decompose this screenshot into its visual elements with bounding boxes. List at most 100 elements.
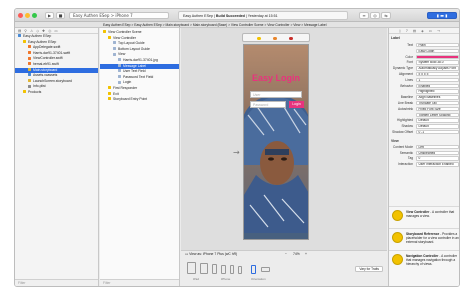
inspector-row-value[interactable]: 1 (416, 77, 459, 83)
inspector-row: Shadow Default (389, 124, 459, 129)
inspector-row-value[interactable]: Tighten Letter Spacing (416, 112, 459, 117)
inspector-row-value[interactable]: Automatically Adjusts Font (416, 66, 459, 71)
device-label-iphone: iPhone (221, 277, 231, 281)
inspector-row-value[interactable] (416, 54, 459, 59)
inspector-row-value[interactable]: ≡ ≡ ≡ ≡ (416, 72, 459, 77)
outline-item-icon (108, 91, 111, 95)
outline-item-icon (108, 35, 111, 39)
file-item-label: Easy Authen ESep (23, 34, 52, 38)
file-item-label: Products (28, 89, 42, 94)
close-window-button[interactable] (18, 13, 23, 18)
inspector-row-value[interactable]: Default (416, 124, 459, 129)
inspector-row-value[interactable]: Fixed Font Size (416, 106, 459, 112)
view-controller-icon[interactable] (257, 36, 261, 40)
inspector-row: Highlighted Default (389, 118, 459, 123)
library-item-icon (392, 254, 403, 265)
first-responder-icon[interactable] (273, 36, 277, 40)
inspector-row: Autoshrink Fixed Font Size (389, 106, 459, 112)
inspector-fields: Label Text Plain Easy Login Color Font System … (389, 35, 459, 185)
library-item-icon (392, 232, 403, 243)
status-text: Build Succeeded (215, 14, 245, 18)
inspector-row-value[interactable]: Align Baselines (416, 95, 459, 100)
inspector-row-label: Shadow (401, 124, 413, 129)
outline-item-icon (113, 41, 116, 45)
file-item-label: Assets.xcassets (33, 73, 58, 78)
outline-item-label: Message Label (123, 63, 146, 68)
project-file-icon (18, 34, 21, 38)
inspector-row-value[interactable]: System Bold 38.0 (416, 60, 459, 65)
easy-login-label[interactable]: Easy Login (244, 73, 308, 83)
library-item[interactable]: Navigation Controller - A controller tha… (389, 250, 459, 270)
assistant-editor-button[interactable]: ◎ (370, 12, 380, 19)
inspector-view-row-value[interactable]: Unspecified (416, 150, 459, 155)
standard-editor-button[interactable]: ≡ (359, 12, 369, 19)
inspector-row-value[interactable]: Easy Login (416, 48, 459, 54)
outline-item[interactable]: Storyboard Entry Point (100, 97, 179, 103)
ipad-pro-12-icon[interactable] (187, 262, 196, 274)
storyboard-canvas[interactable]: → Easy Login User Password Login ▭ View … (181, 28, 387, 286)
outline-list: View Controller Scene View Controller Top … (100, 28, 179, 103)
inspector-row-label: Color (405, 54, 413, 59)
outline-item-icon (103, 30, 106, 34)
iphone-7-icon[interactable] (221, 265, 226, 274)
landscape-orientation-icon[interactable] (261, 267, 270, 272)
inspector-view-row-value[interactable]: User Interaction Enabled (416, 162, 459, 167)
inspector-row-value[interactable]: Truncate Tail (416, 101, 459, 106)
stop-icon: ■ (58, 13, 63, 18)
zoom-window-button[interactable] (32, 13, 37, 18)
window-toolbar: ▶ ■ Easy Authen ESep > iPhone 7 Easy Aut… (15, 9, 459, 22)
inspector-row-value[interactable]: Highlighted (416, 89, 459, 94)
vary-for-traits-button[interactable]: Vary for Traits (355, 266, 383, 272)
inspector-row-label: Line Break (397, 101, 413, 105)
scheme-selector[interactable]: Easy Authen ESep > iPhone 7 (69, 12, 169, 19)
inspector-row-label: Dynamic Type (392, 66, 413, 71)
iphone-4s-icon[interactable] (238, 266, 242, 274)
inspector-row: Shadow Offset 0 -1 (389, 130, 459, 135)
outline-item-icon (118, 63, 121, 67)
iphone-scene[interactable]: Easy Login User Password Login (243, 44, 309, 240)
login-button[interactable]: Login (289, 101, 304, 108)
device-config-hide-icon[interactable]: ▭ (185, 252, 188, 256)
run-button[interactable]: ▶ (45, 12, 54, 19)
device-name: iPhone 7 (115, 13, 133, 18)
inspector-row-label: Baseline (400, 95, 413, 100)
file-item-label: ViewController.swift (33, 56, 63, 61)
view-as-label[interactable]: View as: iPhone 7 Plus (wC hR) (189, 252, 237, 256)
inspector-row-value[interactable]: Plain (416, 43, 459, 48)
minimize-window-button[interactable] (25, 13, 30, 18)
inspector-row-value[interactable]: Enabled (416, 83, 459, 88)
iphone-se-icon[interactable] (230, 265, 234, 274)
user-text-field[interactable]: User (250, 91, 302, 98)
password-text-field[interactable]: Password (250, 101, 286, 108)
inspector-view-row-label: Content Mode (392, 144, 413, 149)
portrait-orientation-icon[interactable] (251, 265, 256, 274)
status-app: Easy Authen ESep (183, 14, 213, 18)
jump-bar-path[interactable]: Easy Authen ESep > Easy Authen ESep > Ma… (15, 23, 327, 27)
outline-item-label: View Controller (113, 35, 136, 40)
inspector-row-value[interactable]: Default (416, 118, 459, 123)
library-item[interactable]: View Controller - A controller that mana… (389, 206, 459, 226)
library-item[interactable]: Storyboard Reference - Provides a placeh… (389, 228, 459, 248)
folder-file-icon (23, 39, 26, 43)
inspector-row: Baseline Align Baselines (389, 95, 459, 100)
folder-file-icon (23, 90, 26, 94)
navigator-filter[interactable]: Filter (15, 279, 98, 286)
inspector-view-row-value[interactable]: 0 (416, 156, 459, 161)
stop-button[interactable]: ■ (56, 12, 65, 19)
inspector-view-row-value[interactable]: Left (416, 144, 459, 150)
outline-item-label: Harris-dar91-37401.jpg (123, 57, 158, 62)
inspector-tabs[interactable]: ▯ ? ▤ ◈ ▭ → (389, 28, 459, 34)
ipad-pro-9-icon[interactable] (200, 263, 208, 274)
outline-filter[interactable]: Filter (100, 279, 179, 286)
inspector-row-value[interactable]: 0 -1 (416, 130, 459, 135)
iphone-7-plus-icon[interactable] (212, 264, 217, 274)
exit-icon[interactable] (289, 36, 293, 40)
version-editor-button[interactable]: ⇆ (381, 12, 391, 19)
file-item-label: LaunchScreen.storyboard (33, 78, 72, 83)
inspector-row-label: Alignment (398, 72, 413, 76)
file-item[interactable]: Products (15, 90, 98, 96)
outline-item-label: Exit (113, 91, 119, 96)
scheme-name: Easy Authen ESep (73, 13, 110, 18)
panel-toggle-buttons[interactable]: ▮ ▬ ▮ (427, 12, 457, 19)
status-time: Yesterday at 15:51 (247, 14, 278, 18)
